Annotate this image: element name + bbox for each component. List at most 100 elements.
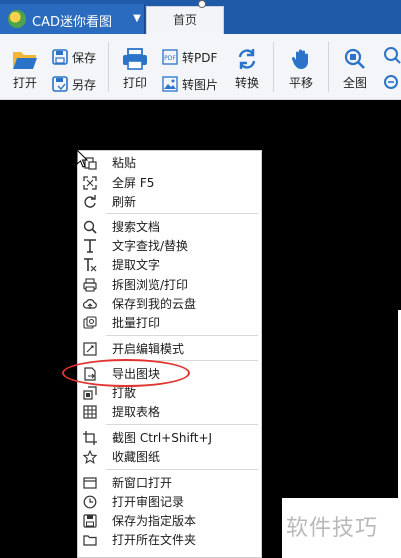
open-button[interactable]: 打开 [8,48,42,91]
tab-indicator-icon [198,0,206,8]
to-image-button[interactable]: 转图片 [162,74,218,94]
save-as-button[interactable]: 另存 [52,74,96,94]
menu-item-label: 新窗口打开 [112,476,173,490]
menu-item-review-record[interactable]: 打开审图记录 [78,492,261,511]
toolbar-divider [328,42,329,92]
menu-item-search-doc[interactable]: 搜索文档 [78,217,261,236]
to-image-label: 转图片 [182,77,219,92]
menu-item-label: 拆图浏览/打印 [112,278,189,292]
crop-icon [83,430,97,445]
print-icon [83,277,97,292]
chevron-down-icon[interactable]: ▼ [130,12,144,26]
highlight-annotation [62,359,190,387]
text-t-icon [83,238,97,253]
menu-item-favorite[interactable]: 收藏图纸 [78,447,261,466]
menu-item-refresh[interactable]: 刷新 [78,192,261,211]
menu-item-label: 打开所在文件夹 [112,533,197,547]
folder-open-icon [13,52,37,69]
save-version-icon [83,513,97,528]
menu-item-label: 保存为指定版本 [112,514,197,528]
open-label: 打开 [12,76,37,90]
menu-item-label: 粘贴 [112,156,137,170]
edit-mode-icon [83,341,97,356]
table-icon [83,404,97,419]
menu-item-screenshot[interactable]: 截图 Ctrl+Shift+J [78,428,261,447]
menu-item-find-replace[interactable]: 文字查找/替换 [78,236,261,255]
save-button[interactable]: 保存 [52,47,96,67]
toolbar-divider [108,42,109,92]
save-as-label: 另存 [72,77,97,92]
menu-item-label: 截图 Ctrl+Shift+J [112,431,213,445]
print-label: 打印 [122,76,147,90]
menu-item-label: 打开审图记录 [112,495,185,509]
full-view-button[interactable]: 全图 [338,48,372,91]
menu-separator [106,469,258,470]
app-logo-icon [8,10,26,28]
title-bar: CAD迷你看图 ▼ 首页 [0,0,401,34]
to-pdf-label: 转PDF [182,50,218,65]
menu-item-extract-table[interactable]: 提取表格 [78,402,261,421]
search-icon [83,220,97,234]
printer-icon [123,48,147,70]
menu-item-open-folder[interactable]: 打开所在文件夹 [78,530,261,549]
pan-label: 平移 [288,76,313,90]
menu-item-label: 开启编辑模式 [112,342,185,356]
pan-button[interactable]: 平移 [284,48,318,91]
menu-item-edit-mode[interactable]: 开启编辑模式 [78,339,261,358]
cloud-upload-icon [83,297,97,311]
zoom-out-icon[interactable] [383,74,401,92]
refresh-icon [83,194,97,209]
tab-home[interactable]: 首页 [146,6,224,34]
menu-item-save-cloud[interactable]: 保存到我的云盘 [78,294,261,313]
menu-item-split-print[interactable]: 拆图浏览/打印 [78,275,261,294]
menu-item-label: 提取文字 [112,258,161,272]
new-window-icon [83,476,97,490]
menu-item-label: 保存到我的云盘 [112,297,197,311]
menu-item-label: 收藏图纸 [112,450,161,464]
convert-label: 转换 [234,76,259,90]
context-menu: 粘贴 全屏 F5 刷新 搜索文档 文字查找/替换 提取文字 拆图浏览/打印 保存… [77,150,262,558]
refresh-convert-icon [238,49,256,69]
menu-item-label: 刷新 [112,195,137,209]
menu-separator [106,424,258,425]
explode-icon [83,385,97,400]
convert-button[interactable]: 转换 [230,48,264,91]
save-icon [52,49,68,65]
toolbar: 打开 保存 另存 打印 PDF 转PDF 转图片 转换 平移 全图 [0,34,401,100]
print-button[interactable]: 打印 [118,48,152,91]
menu-item-label: 搜索文档 [112,220,161,234]
batch-print-icon [83,315,97,330]
menu-separator [106,335,258,336]
watermark-text: 软件技巧 [286,516,379,541]
menu-item-batch-print[interactable]: 批量打印 [78,313,261,332]
app-tab[interactable]: CAD迷你看图 ▼ [0,4,145,34]
svg-text:PDF: PDF [164,55,176,62]
menu-separator [106,213,258,214]
fullscreen-icon [83,175,97,190]
app-title: CAD迷你看图 [32,15,112,30]
save-as-icon [52,76,68,92]
menu-item-label: 提取表格 [112,405,161,419]
menu-item-new-window[interactable]: 新窗口打开 [78,473,261,492]
to-pdf-button[interactable]: PDF 转PDF [162,47,217,67]
zoom-in-icon[interactable] [383,46,401,64]
menu-item-label: 批量打印 [112,316,161,330]
zoom-extents-icon [344,48,365,69]
star-icon [83,449,97,464]
pdf-icon: PDF [162,49,178,65]
hand-icon [291,49,308,69]
full-view-label: 全图 [342,76,367,90]
image-icon [162,76,178,92]
toolbar-divider [273,42,274,92]
extract-text-icon [83,257,97,272]
folder-icon [83,533,97,547]
save-label: 保存 [72,50,97,65]
clock-icon [83,495,97,509]
mouse-cursor-icon [77,150,89,168]
menu-item-paste[interactable]: 粘贴 [78,153,261,172]
menu-item-extract-text[interactable]: 提取文字 [78,255,261,274]
menu-item-fullscreen[interactable]: 全屏 F5 [78,173,261,192]
menu-item-label: 文字查找/替换 [112,239,189,253]
menu-item-save-version[interactable]: 保存为指定版本 [78,511,261,530]
menu-item-label: 全屏 F5 [112,176,155,190]
